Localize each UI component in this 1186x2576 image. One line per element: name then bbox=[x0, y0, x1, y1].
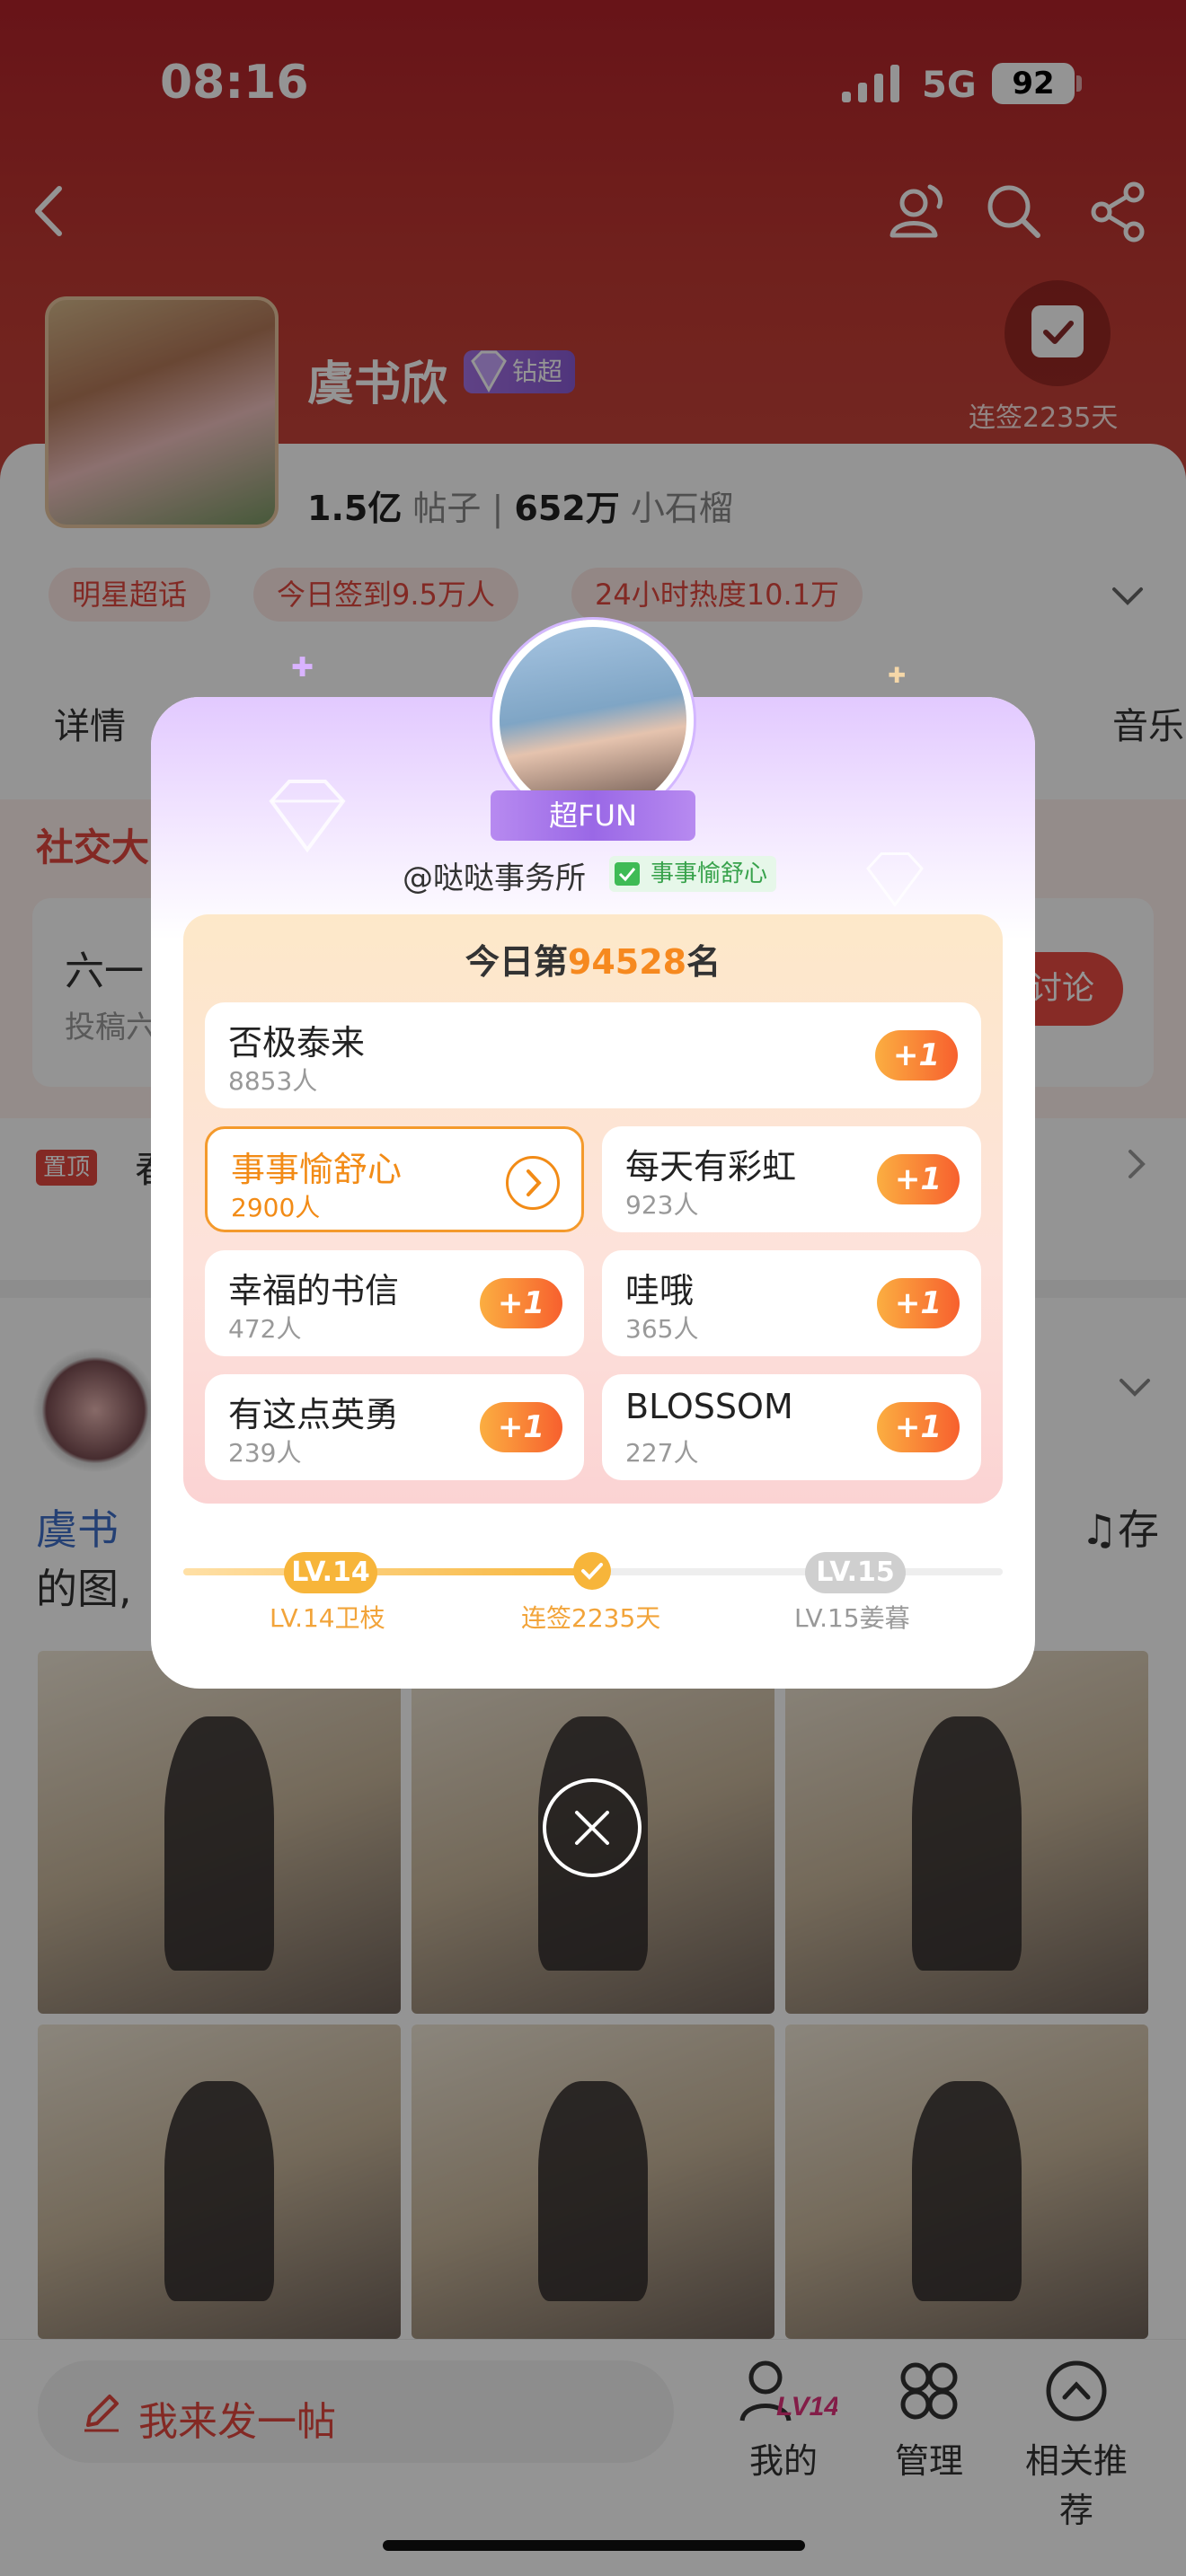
mood-option[interactable]: 有这点英勇 239人 +1 bbox=[205, 1374, 584, 1480]
mood-option[interactable]: 每天有彩虹 923人 +1 bbox=[602, 1126, 981, 1232]
mood-title: 否极泰来 bbox=[228, 1023, 366, 1063]
sparkle-icon: ✚ bbox=[888, 663, 907, 688]
plus-one-button[interactable]: +1 bbox=[480, 1402, 562, 1452]
diamond-icon bbox=[866, 852, 924, 908]
mood-title: 事事愉舒心 bbox=[231, 1150, 403, 1189]
plus-one-button[interactable]: +1 bbox=[877, 1154, 960, 1204]
mood-count: 472人 bbox=[228, 1314, 302, 1344]
mood-title: 幸福的书信 bbox=[228, 1271, 400, 1310]
close-icon bbox=[575, 1811, 609, 1845]
mood-title: 哇哦 bbox=[625, 1271, 695, 1310]
sparkle-icon: ✚ bbox=[291, 652, 314, 684]
streak-label: 连签2235天 bbox=[521, 1603, 661, 1633]
mood-count: 8853人 bbox=[228, 1066, 318, 1096]
mood-option[interactable]: BLOSSOM 227人 +1 bbox=[602, 1374, 981, 1480]
mood-count: 239人 bbox=[228, 1438, 302, 1468]
mood-option-selected[interactable]: 事事愉舒心 2900人 bbox=[205, 1126, 584, 1232]
plus-one-button[interactable]: +1 bbox=[480, 1278, 562, 1328]
next-level-label: LV.15姜暮 bbox=[794, 1603, 910, 1633]
mood-option[interactable]: 否极泰来 8853人 +1 bbox=[205, 1002, 981, 1108]
rank-number: 94528 bbox=[567, 942, 687, 982]
current-level-label: LV.14卫枝 bbox=[270, 1603, 385, 1633]
mood-count: 923人 bbox=[625, 1190, 699, 1220]
current-level-badge: LV.14 bbox=[284, 1552, 377, 1593]
mood-title: BLOSSOM bbox=[625, 1387, 793, 1426]
check-icon bbox=[573, 1552, 611, 1590]
plus-one-button[interactable]: +1 bbox=[877, 1278, 960, 1328]
rank-line: 今日第94528名 bbox=[183, 934, 1003, 984]
mood-option[interactable]: 幸福的书信 472人 +1 bbox=[205, 1250, 584, 1356]
rank-suffix: 名 bbox=[686, 942, 721, 982]
user-handle: @哒哒事务所 bbox=[403, 860, 586, 896]
plus-one-button[interactable]: +1 bbox=[875, 1030, 958, 1081]
check-icon bbox=[615, 862, 640, 886]
rank-prefix: 今日第 bbox=[465, 942, 568, 982]
fun-badge: 超FUN bbox=[491, 790, 695, 841]
mood-title: 有这点英勇 bbox=[228, 1395, 400, 1434]
mood-count: 2900人 bbox=[231, 1193, 321, 1222]
next-level-badge: LV.15 bbox=[805, 1552, 906, 1593]
close-button[interactable] bbox=[543, 1778, 642, 1877]
chevron-right-circle-icon[interactable] bbox=[506, 1156, 560, 1210]
level-progress-fill bbox=[183, 1568, 593, 1575]
mood-count: 227人 bbox=[625, 1438, 699, 1468]
mood-option[interactable]: 哇哦 365人 +1 bbox=[602, 1250, 981, 1356]
plus-one-button[interactable]: +1 bbox=[877, 1402, 960, 1452]
mood-title: 每天有彩虹 bbox=[625, 1147, 797, 1187]
diamond-icon bbox=[269, 780, 346, 853]
mood-count: 365人 bbox=[625, 1314, 699, 1344]
